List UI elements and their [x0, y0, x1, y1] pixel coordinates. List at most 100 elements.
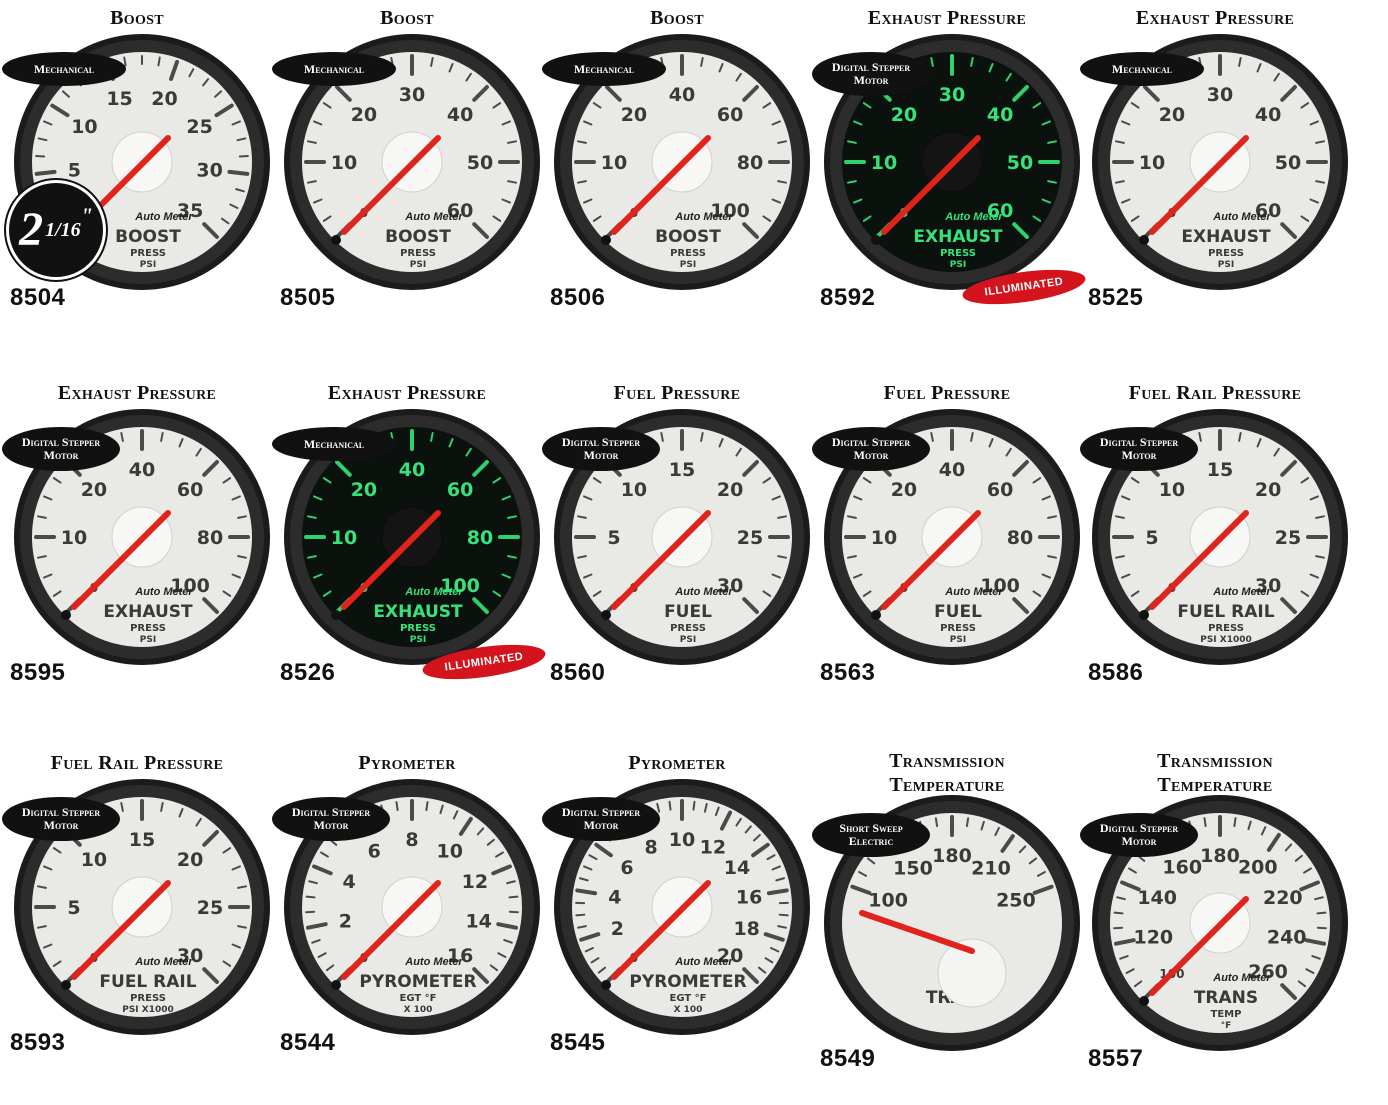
minor-tick — [124, 57, 125, 65]
gauge-face-title: BOOST — [115, 227, 181, 247]
tick-label: 4 — [608, 886, 621, 908]
zero-stop-pin — [331, 235, 341, 245]
tick-label: 10 — [601, 152, 627, 174]
tick-label: 20 — [1255, 479, 1281, 501]
sensor-type-badge: Mechanical — [2, 52, 126, 86]
gauge-face-title: TRANS — [1194, 988, 1258, 1008]
part-number: 8592 — [820, 284, 875, 312]
brand-label: Auto Meter — [944, 211, 1003, 223]
minor-tick — [307, 897, 315, 898]
tick-label: 6 — [620, 857, 633, 879]
gauge-card: Pyrometer02468101214161820Auto MeterPYRO… — [542, 745, 812, 1105]
tick-label: 140 — [1137, 887, 1177, 909]
brand-label: Auto Meter — [944, 586, 1003, 598]
gauge-face-subtitle: X 100 — [674, 1005, 703, 1015]
tick-label: 50 — [467, 152, 493, 174]
gauge-face-subtitle: PRESS — [940, 623, 976, 634]
minor-tick — [1115, 913, 1123, 914]
part-number: 8586 — [1088, 659, 1143, 687]
part-number: 8544 — [280, 1029, 335, 1057]
tick-label: 10 — [71, 116, 97, 138]
tick-label: 20 — [717, 479, 743, 501]
tick-label: 250 — [996, 890, 1036, 912]
tick-label: 80 — [737, 152, 763, 174]
gauge-face-title: EXHAUST — [1181, 227, 1271, 247]
part-number: 8595 — [10, 659, 65, 687]
gauge-face-subtitle: PRESS — [1208, 248, 1244, 259]
gauge-face-subtitle: X 100 — [404, 1005, 433, 1015]
minor-tick — [510, 897, 518, 898]
gauge-dial: 01020406080100Auto MeterEXHAUSTPRESSPSI — [2, 375, 282, 705]
gauge-card: Transmission Temperature100150180210250A… — [812, 745, 1082, 1105]
tick-label: 10 — [61, 527, 87, 549]
tick-label: 20 — [1159, 104, 1185, 126]
gauge-dial: 051015202530Auto MeterFUEL RAILPRESSPSI … — [2, 745, 282, 1075]
gauge-face-subtitle: EGT °F — [400, 993, 437, 1004]
gauge-face-subtitle: PSI — [680, 260, 696, 270]
zero-stop-pin — [1139, 235, 1149, 245]
tick-label: 80 — [197, 527, 223, 549]
minor-tick — [1234, 818, 1235, 826]
tick-label: 5 — [1145, 527, 1158, 549]
gauge-face-subtitle: EGT °F — [670, 993, 707, 1004]
zero-stop-pin — [1139, 996, 1149, 1006]
tick-label: 80 — [467, 527, 493, 549]
sensor-type-badge: Digital Stepper Motor — [812, 427, 930, 471]
gauge-face-subtitle: PSI — [950, 635, 966, 645]
part-number: 8563 — [820, 659, 875, 687]
tick-label: 5 — [67, 897, 80, 919]
gauge-face-subtitle: PRESS — [130, 248, 166, 259]
gauge-card: Exhaust Pressure01020406080100Auto Meter… — [272, 375, 542, 735]
tick-label: 16 — [736, 886, 762, 908]
tick-label: 100 — [868, 890, 908, 912]
tick-label: 60 — [717, 104, 743, 126]
gauge-size-badge: 2 1/16 " — [6, 180, 106, 280]
gauge-dial: 01020406080100Auto MeterBOOSTPRESSPSI — [542, 0, 822, 330]
tick-label: 15 — [669, 459, 695, 481]
part-number: 8557 — [1088, 1045, 1143, 1073]
tick-label: 200 — [1238, 856, 1278, 878]
major-tick — [229, 172, 247, 174]
brand-label: Auto Meter — [404, 956, 463, 968]
gauge-dial: 100120140160180200220240260Auto MeterTRA… — [1080, 745, 1360, 1075]
tick-label: 20 — [81, 479, 107, 501]
minor-tick — [967, 818, 968, 826]
minor-tick — [158, 57, 159, 65]
brand-label: Auto Meter — [404, 586, 463, 598]
major-tick — [577, 890, 595, 893]
gauge-face-title: EXHAUST — [103, 602, 193, 622]
gauge-card: Fuel Pressure01020406080100Auto MeterFUE… — [812, 375, 1082, 735]
gauge-face-subtitle: PRESS — [670, 248, 706, 259]
tick-label: 20 — [621, 104, 647, 126]
gauge-face-title: FUEL RAIL — [99, 972, 196, 992]
tick-label: 10 — [1159, 479, 1185, 501]
tick-label: 10 — [331, 152, 357, 174]
gauge-face-subtitle: PSI X1000 — [1200, 635, 1252, 645]
gauge-svg: 02468101214161820Auto MeterPYROMETEREGT … — [542, 745, 822, 1075]
brand-label: Auto Meter — [134, 586, 193, 598]
gauge-card: Fuel Pressure051015202530Auto MeterFUELP… — [542, 375, 812, 735]
sensor-type-badge: Digital Stepper Motor — [542, 427, 660, 471]
tick-label: 50 — [1275, 152, 1301, 174]
tick-label: 20 — [351, 104, 377, 126]
minor-tick — [1318, 913, 1326, 914]
gauge-face-subtitle: PSI — [950, 260, 966, 270]
gauge-face-subtitle: PRESS — [130, 993, 166, 1004]
gauge-card: Boost01020406080100Auto MeterBOOSTPRESSP… — [542, 0, 812, 360]
tick-label: 20 — [177, 849, 203, 871]
gauge-card: Boost0102030405060Auto MeterBOOSTPRESSPS… — [272, 0, 542, 360]
tick-label: 20 — [891, 479, 917, 501]
tick-label: 2 — [611, 918, 624, 940]
part-number: 8506 — [550, 284, 605, 312]
zero-stop-pin — [331, 980, 341, 990]
size-whole: 2 — [19, 206, 43, 254]
tick-label: 10 — [1139, 152, 1165, 174]
tick-label: 40 — [987, 104, 1013, 126]
tick-label: 8 — [405, 829, 418, 851]
part-number: 8504 — [10, 284, 65, 312]
tick-label: 30 — [1207, 84, 1233, 106]
zero-stop-pin — [1139, 610, 1149, 620]
gauge-svg: 051015202530Auto MeterFUELPRESSPSI — [542, 375, 822, 705]
tick-label: 240 — [1267, 926, 1307, 948]
gauge-dial: 01020406080100Auto MeterFUELPRESSPSI — [812, 375, 1092, 705]
